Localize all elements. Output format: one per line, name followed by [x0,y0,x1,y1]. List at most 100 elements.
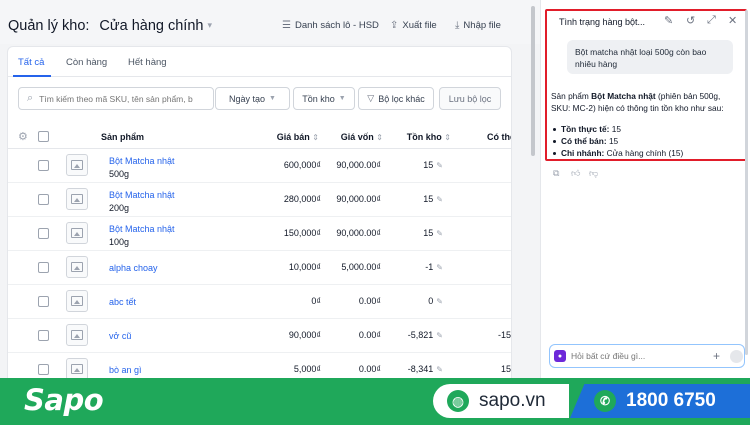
product-link[interactable]: bò an gì [109,364,142,376]
thumbs-up-icon[interactable]: 👍︎ [571,168,580,179]
row-checkbox[interactable] [38,160,49,171]
stock-value: 0 [428,296,434,306]
export-label: Xuất file [402,20,437,31]
stock-value: 15 [423,228,434,238]
pencil-icon[interactable]: ✎ [436,263,443,272]
table-row[interactable]: Bột Matcha nhật 100g 150,000₫ 90,000.00₫ … [8,217,511,251]
fact-label: Có thể bán: [561,136,607,146]
cost-cell: 90,000.00₫ [336,194,381,204]
variant-label: 500g [109,169,130,179]
hotline-badge[interactable]: ✆ 1800 6750 [570,384,750,418]
chat-input[interactable] [571,351,701,361]
table-row[interactable]: Bột Matcha nhật 500g 600,000₫ 90,000.00₫ … [8,149,511,183]
pencil-icon[interactable]: ✎ [436,161,443,170]
more-filters-button[interactable]: ▽ Bộ lọc khác [358,87,434,110]
sort-icon: ⇕ [312,133,319,142]
fact-label: Chi nhánh: [561,148,605,158]
store-selector[interactable]: Cửa hàng chính ▾ [99,18,212,34]
stock-cell: -5,821 ✎ [408,330,443,340]
plus-icon[interactable]: + [713,349,720,363]
row-checkbox[interactable] [38,330,49,341]
image-placeholder-icon [66,188,88,210]
product-link[interactable]: abc tết [109,296,136,308]
product-link[interactable]: Bột Matcha nhật [109,223,175,235]
edit-icon[interactable]: ✎ [664,14,673,27]
price-cell: 0₫ [311,296,321,306]
chevron-down-icon: ▾ [207,20,212,30]
website-badge[interactable]: ◍ sapo.vn [433,384,569,418]
tab-out-of-stock[interactable]: Hết hàng [128,57,167,68]
inventory-card: Tất cả Còn hàng Hết hàng ⌕ Ngày tạo▼ Tồn… [7,46,512,378]
col-stock-label: Tồn kho [406,132,442,142]
copy-icon[interactable]: ⧉ [553,168,559,179]
cost-cell: 90,000.00₫ [336,228,381,238]
table-row[interactable]: vở cũ 90,000₫ 0.00₫ -5,821 ✎ -15 [8,319,511,353]
product-name[interactable]: abc tết [109,296,136,308]
col-cost[interactable]: Giá vốn ⇕ [341,132,383,142]
answer-text: Sản phẩm Bột Matcha nhật (phiên bản 500g… [551,90,741,114]
price-cell: 150,000₫ [283,228,321,238]
table-row[interactable]: bò an gì 5,000₫ 0.00₫ -8,341 ✎ 15 [8,353,511,378]
product-link[interactable]: alpha choay [109,262,158,274]
main-scrollbar[interactable] [531,6,535,156]
product-name[interactable]: Bột Matcha nhật 500g [109,155,175,180]
page-header: Quản lý kho: Cửa hàng chính ▾ ☰ Danh sách l… [0,0,540,44]
tab-in-stock[interactable]: Còn hàng [66,57,107,68]
pencil-icon[interactable]: ✎ [436,365,443,374]
row-checkbox[interactable] [38,262,49,273]
stock-cell: 15 ✎ [423,194,443,204]
product-name[interactable]: vở cũ [109,330,131,342]
available-cell: 15 [500,364,511,374]
product-name[interactable]: Bột Matcha nhật 200g [109,189,175,214]
created-date-filter[interactable]: Ngày tạo ▼ [215,87,290,110]
gear-icon[interactable]: ⚙ [18,130,28,143]
tab-all[interactable]: Tất cả [18,57,44,68]
search-input[interactable] [39,93,210,104]
history-icon[interactable]: ↺ [686,14,695,27]
image-placeholder-icon [66,154,88,176]
row-checkbox[interactable] [38,296,49,307]
fact-value: 15 [609,124,621,134]
row-checkbox[interactable] [38,364,49,375]
stock-value: 15 [423,194,434,204]
stock-cell: 15 ✎ [423,228,443,238]
pencil-icon[interactable]: ✎ [436,331,443,340]
table-row[interactable]: Bột Matcha nhật 200g 280,000₫ 90,000.00₫ … [8,183,511,217]
close-icon[interactable]: ✕ [728,14,737,27]
panel-scrollbar[interactable] [745,10,748,355]
product-link[interactable]: Bột Matcha nhật [109,155,175,167]
cost-cell: 0.00₫ [358,296,381,306]
col-stock[interactable]: Tồn kho ⇕ [407,132,451,142]
stock-filter[interactable]: Tồn kho ▼ [293,87,355,110]
product-name[interactable]: alpha choay [109,262,158,274]
col-price[interactable]: Giá bán ⇕ [277,132,319,142]
table-row[interactable]: abc tết 0₫ 0.00₫ 0 ✎ [8,285,511,319]
cost-cell: 90,000.00₫ [336,160,381,170]
row-checkbox[interactable] [38,228,49,239]
more-filters-label: Bộ lọc khác [378,93,425,104]
product-link[interactable]: vở cũ [109,330,131,342]
variant-label: 200g [109,203,130,213]
pencil-icon[interactable]: ✎ [436,229,443,238]
inventory-main: Quản lý kho: Cửa hàng chính ▾ ☰ Danh sách l… [0,0,540,378]
image-placeholder-icon [66,290,88,312]
pencil-icon[interactable]: ✎ [436,195,443,204]
expand-icon[interactable]: ⤢ [707,14,716,27]
import-button[interactable]: ⤓ Nhập file [455,20,501,31]
price-cell: 90,000₫ [288,330,321,340]
import-icon: ⤓ [455,20,460,31]
batch-list-button[interactable]: ☰ Danh sách lô - HSD [282,20,379,31]
ai-chat-panel: Tình trạng hàng bột... ✎ ↺ ⤢ ✕ Bột match… [540,0,750,378]
export-button[interactable]: ⇪ Xuất file [390,20,437,31]
product-name[interactable]: bò an gì [109,364,142,376]
product-name[interactable]: Bột Matcha nhật 100g [109,223,175,248]
export-icon: ⇪ [390,20,399,31]
thumbs-down-icon[interactable]: 👎︎ [589,168,598,179]
pencil-icon[interactable]: ✎ [436,297,443,306]
save-filter-button[interactable]: Lưu bộ lọc [439,87,501,110]
table-row[interactable]: alpha choay 10,000₫ 5,000.00₫ -1 ✎ [8,251,511,285]
product-link[interactable]: Bột Matcha nhật [109,189,175,201]
select-all-checkbox[interactable] [38,131,49,142]
send-button[interactable] [730,350,743,363]
row-checkbox[interactable] [38,194,49,205]
